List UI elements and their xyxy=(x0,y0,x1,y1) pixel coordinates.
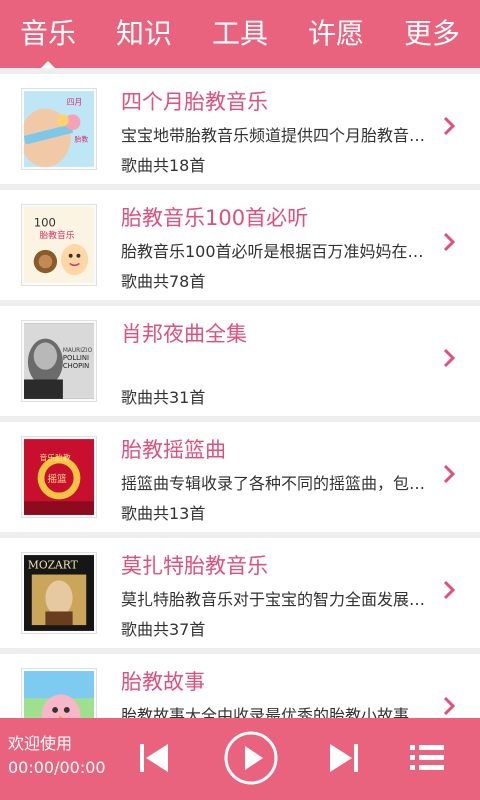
album-cover-image: MOZART xyxy=(21,552,97,634)
play-button[interactable] xyxy=(224,731,278,785)
svg-text:MOZART: MOZART xyxy=(28,559,79,572)
album-title: 莫扎特胎教音乐 xyxy=(121,554,268,578)
svg-text:CHOPIN: CHOPIN xyxy=(63,362,89,370)
album-cover-image: MAURIZIO POLLINI CHOPIN xyxy=(21,320,97,402)
previous-icon xyxy=(140,744,168,772)
album-title: 肖邦夜曲全集 xyxy=(121,322,247,346)
previous-button[interactable] xyxy=(136,740,172,776)
album-title: 胎教故事 xyxy=(121,670,205,694)
album-cover-image: 音乐胎教 摇篮 xyxy=(21,436,97,518)
song-count: 歌曲共31首 xyxy=(121,388,206,407)
svg-text:四月: 四月 xyxy=(67,98,83,107)
list-item[interactable]: 100 胎教音乐 胎教音乐100首必听 胎教音乐100首必听是根据百万准妈妈在宝… xyxy=(0,190,480,300)
tab-tools[interactable]: 工具 xyxy=(192,0,288,68)
chevron-right-icon[interactable] xyxy=(442,464,456,484)
app-screen: 音乐 知识 工具 许愿 更多 四月 胎教 四个月胎教音乐 宝宝地带胎教音乐频道提… xyxy=(0,0,480,800)
lullaby-cover-icon: 音乐胎教 摇篮 xyxy=(24,439,94,515)
album-title: 胎教摇篮曲 xyxy=(121,438,226,462)
tab-music[interactable]: 音乐 xyxy=(0,0,96,68)
album-cover-image: 100 胎教音乐 xyxy=(21,204,97,286)
album-cover-image xyxy=(21,668,97,718)
svg-text:胎教: 胎教 xyxy=(75,135,89,144)
chevron-right-icon[interactable] xyxy=(442,348,456,368)
album-description: 摇篮曲专辑收录了各种不同的摇篮曲，包含… xyxy=(121,474,433,493)
next-button[interactable] xyxy=(326,740,362,776)
now-playing-title: 欢迎使用 xyxy=(8,734,73,753)
list-item[interactable]: 音乐胎教 摇篮 胎教摇篮曲 摇篮曲专辑收录了各种不同的摇篮曲，包含… 歌曲共13… xyxy=(0,422,480,532)
mozart-cover-icon: MOZART xyxy=(24,555,94,631)
player-bar: 欢迎使用 00:00/00:00 xyxy=(0,718,480,800)
svg-text:100: 100 xyxy=(34,216,56,230)
album-description: 莫扎特胎教音乐对于宝宝的智力全面发展确… xyxy=(121,590,433,609)
tab-wish[interactable]: 许愿 xyxy=(288,0,384,68)
playlist-icon xyxy=(410,745,444,770)
playlist-button[interactable] xyxy=(410,742,444,774)
song-count: 歌曲共78首 xyxy=(121,272,206,291)
list-item[interactable]: 胎教故事 胎教故事大全中收录最优秀的胎教小故事，… xyxy=(0,654,480,718)
pollini-chopin-cover-icon: MAURIZIO POLLINI CHOPIN xyxy=(24,323,94,399)
svg-text:音乐胎教: 音乐胎教 xyxy=(40,452,71,462)
song-count: 歌曲共37首 xyxy=(121,620,206,639)
svg-text:摇篮: 摇篮 xyxy=(47,472,67,485)
chevron-right-icon[interactable] xyxy=(442,232,456,252)
song-count: 歌曲共13首 xyxy=(121,504,206,523)
tab-knowledge[interactable]: 知识 xyxy=(96,0,192,68)
list-item[interactable]: 四月 胎教 四个月胎教音乐 宝宝地带胎教音乐频道提供四个月胎教音乐… 歌曲共18… xyxy=(0,74,480,184)
list-item[interactable]: MOZART 莫扎特胎教音乐 莫扎特胎教音乐对于宝宝的智力全面发展确… 歌曲共3… xyxy=(0,538,480,648)
album-title: 胎教音乐100首必听 xyxy=(121,206,309,230)
pregnant-belly-cover-icon: 四月 胎教 xyxy=(24,91,94,167)
svg-text:POLLINI: POLLINI xyxy=(63,354,89,362)
playback-time: 00:00/00:00 xyxy=(8,758,106,777)
album-list: 四月 胎教 四个月胎教音乐 宝宝地带胎教音乐频道提供四个月胎教音乐… 歌曲共18… xyxy=(0,68,480,718)
chevron-right-icon[interactable] xyxy=(442,580,456,600)
next-icon xyxy=(330,744,358,772)
play-icon xyxy=(224,731,278,785)
svg-text:胎教音乐: 胎教音乐 xyxy=(40,229,75,241)
album-title: 四个月胎教音乐 xyxy=(121,90,268,114)
song-count: 歌曲共18首 xyxy=(121,156,206,175)
tab-more[interactable]: 更多 xyxy=(384,0,480,68)
album-description: 胎教音乐100首必听是根据百万准妈妈在宝… xyxy=(121,242,433,261)
album-cover-image: 四月 胎教 xyxy=(21,88,97,170)
album-description: 宝宝地带胎教音乐频道提供四个月胎教音乐… xyxy=(121,126,433,145)
chevron-right-icon[interactable] xyxy=(442,116,456,136)
cartoon-bird-cover-icon xyxy=(24,671,94,718)
list-item[interactable]: MAURIZIO POLLINI CHOPIN 肖邦夜曲全集 歌曲共31首 xyxy=(0,306,480,416)
album-description: 胎教故事大全中收录最优秀的胎教小故事，… xyxy=(121,706,433,718)
chevron-right-icon[interactable] xyxy=(442,696,456,716)
top-tab-bar: 音乐 知识 工具 许愿 更多 xyxy=(0,0,480,68)
snail-cover-icon: 100 胎教音乐 xyxy=(24,207,94,283)
